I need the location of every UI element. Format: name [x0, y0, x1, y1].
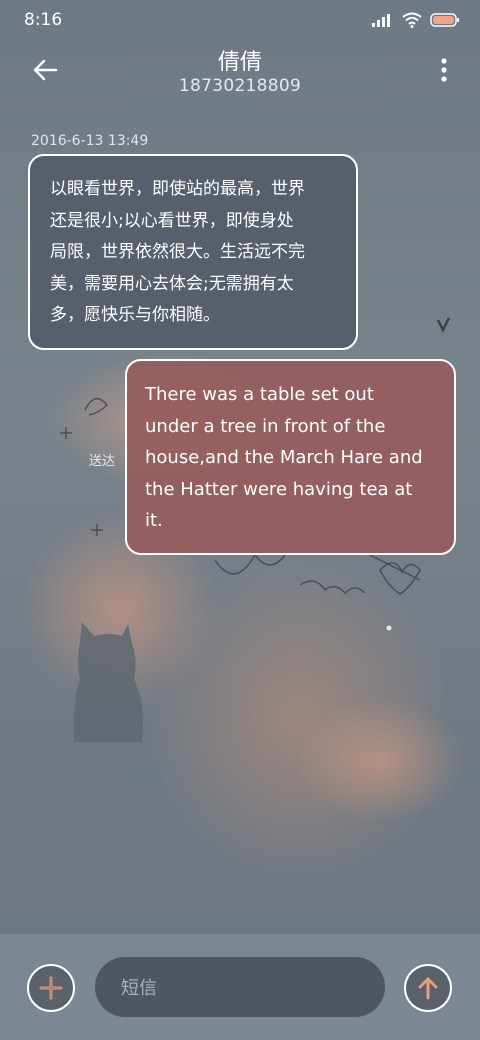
contact-name: 倩倩: [217, 50, 262, 75]
wifi-icon: [402, 12, 422, 28]
cat-silhouette-icon: [73, 622, 143, 742]
status-time: 8:16: [24, 10, 63, 30]
message-line: house,and the March Hare and: [145, 447, 423, 468]
send-button[interactable]: [404, 964, 452, 1012]
battery-icon: [430, 13, 459, 27]
add-attachment-button[interactable]: [27, 964, 75, 1012]
message-line: under a tree in front of the: [145, 415, 386, 437]
sms-input-placeholder: 短信: [121, 978, 157, 999]
message-line: 以眼看世界，即使站的最高，世界: [50, 179, 305, 199]
status-icons: [372, 12, 460, 28]
message-line: 局限，世界依然很大。生活远不完: [50, 242, 305, 262]
message-line: 美，需要用心去体会;无需拥有太: [50, 273, 294, 294]
more-vertical-icon: [441, 58, 447, 82]
plus-icon: [39, 976, 63, 1000]
signal-icon: [372, 14, 390, 27]
sms-input[interactable]: 短信: [95, 957, 385, 1017]
arrow-up-icon: [418, 977, 438, 1000]
outgoing-message-bubble[interactable]: There was a table set out under a tree i…: [125, 359, 456, 555]
message-line: it.: [145, 510, 163, 531]
message-timestamp: 2016-6-13 13:49: [31, 133, 149, 149]
message-line: the Hatter were having tea at: [145, 478, 413, 500]
message-line: 还是很小;以心看世界，即使身处: [50, 210, 294, 231]
status-bar: 8:16: [0, 0, 480, 40]
incoming-message-bubble[interactable]: 以眼看世界，即使站的最高，世界 还是很小;以心看世界，即使身处 局限，世界依然很…: [28, 154, 358, 350]
more-options-button[interactable]: [438, 56, 450, 86]
message-line: There was a table set out: [145, 384, 374, 405]
contact-phone: 18730218809: [178, 76, 302, 96]
conversation-header: 倩倩 18730218809: [0, 40, 480, 108]
message-line: 多，愿快乐与你相随。: [50, 305, 220, 325]
